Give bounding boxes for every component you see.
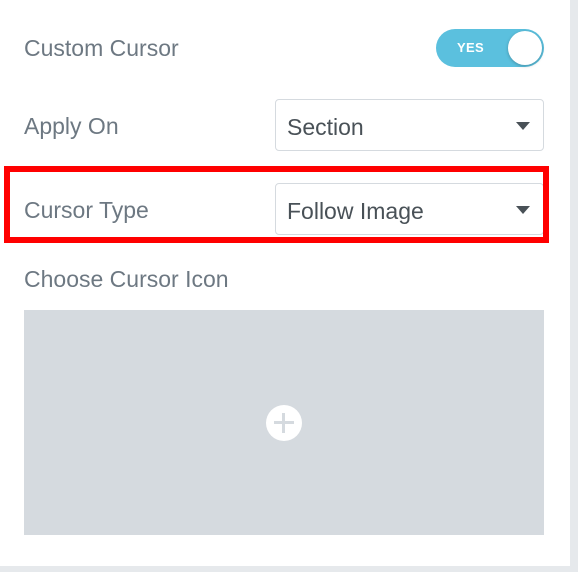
custom-cursor-toggle[interactable]: YES <box>436 29 544 67</box>
cursor-settings-panel: Custom Cursor YES Apply On Section Curso… <box>0 0 570 566</box>
apply-on-label: Apply On <box>24 113 119 139</box>
panel-bottom-border <box>0 566 578 572</box>
chevron-down-icon <box>516 122 530 130</box>
toggle-knob <box>508 31 542 65</box>
toggle-state-text: YES <box>457 40 484 55</box>
custom-cursor-label: Custom Cursor <box>24 35 179 61</box>
apply-on-value: Section <box>287 114 364 140</box>
plus-circle-icon[interactable] <box>266 405 302 441</box>
cursor-type-highlight <box>4 166 549 243</box>
choose-cursor-icon-label: Choose Cursor Icon <box>24 266 229 292</box>
apply-on-select[interactable]: Section <box>275 99 544 151</box>
panel-right-border <box>570 0 578 572</box>
cursor-icon-picker[interactable] <box>24 310 544 535</box>
